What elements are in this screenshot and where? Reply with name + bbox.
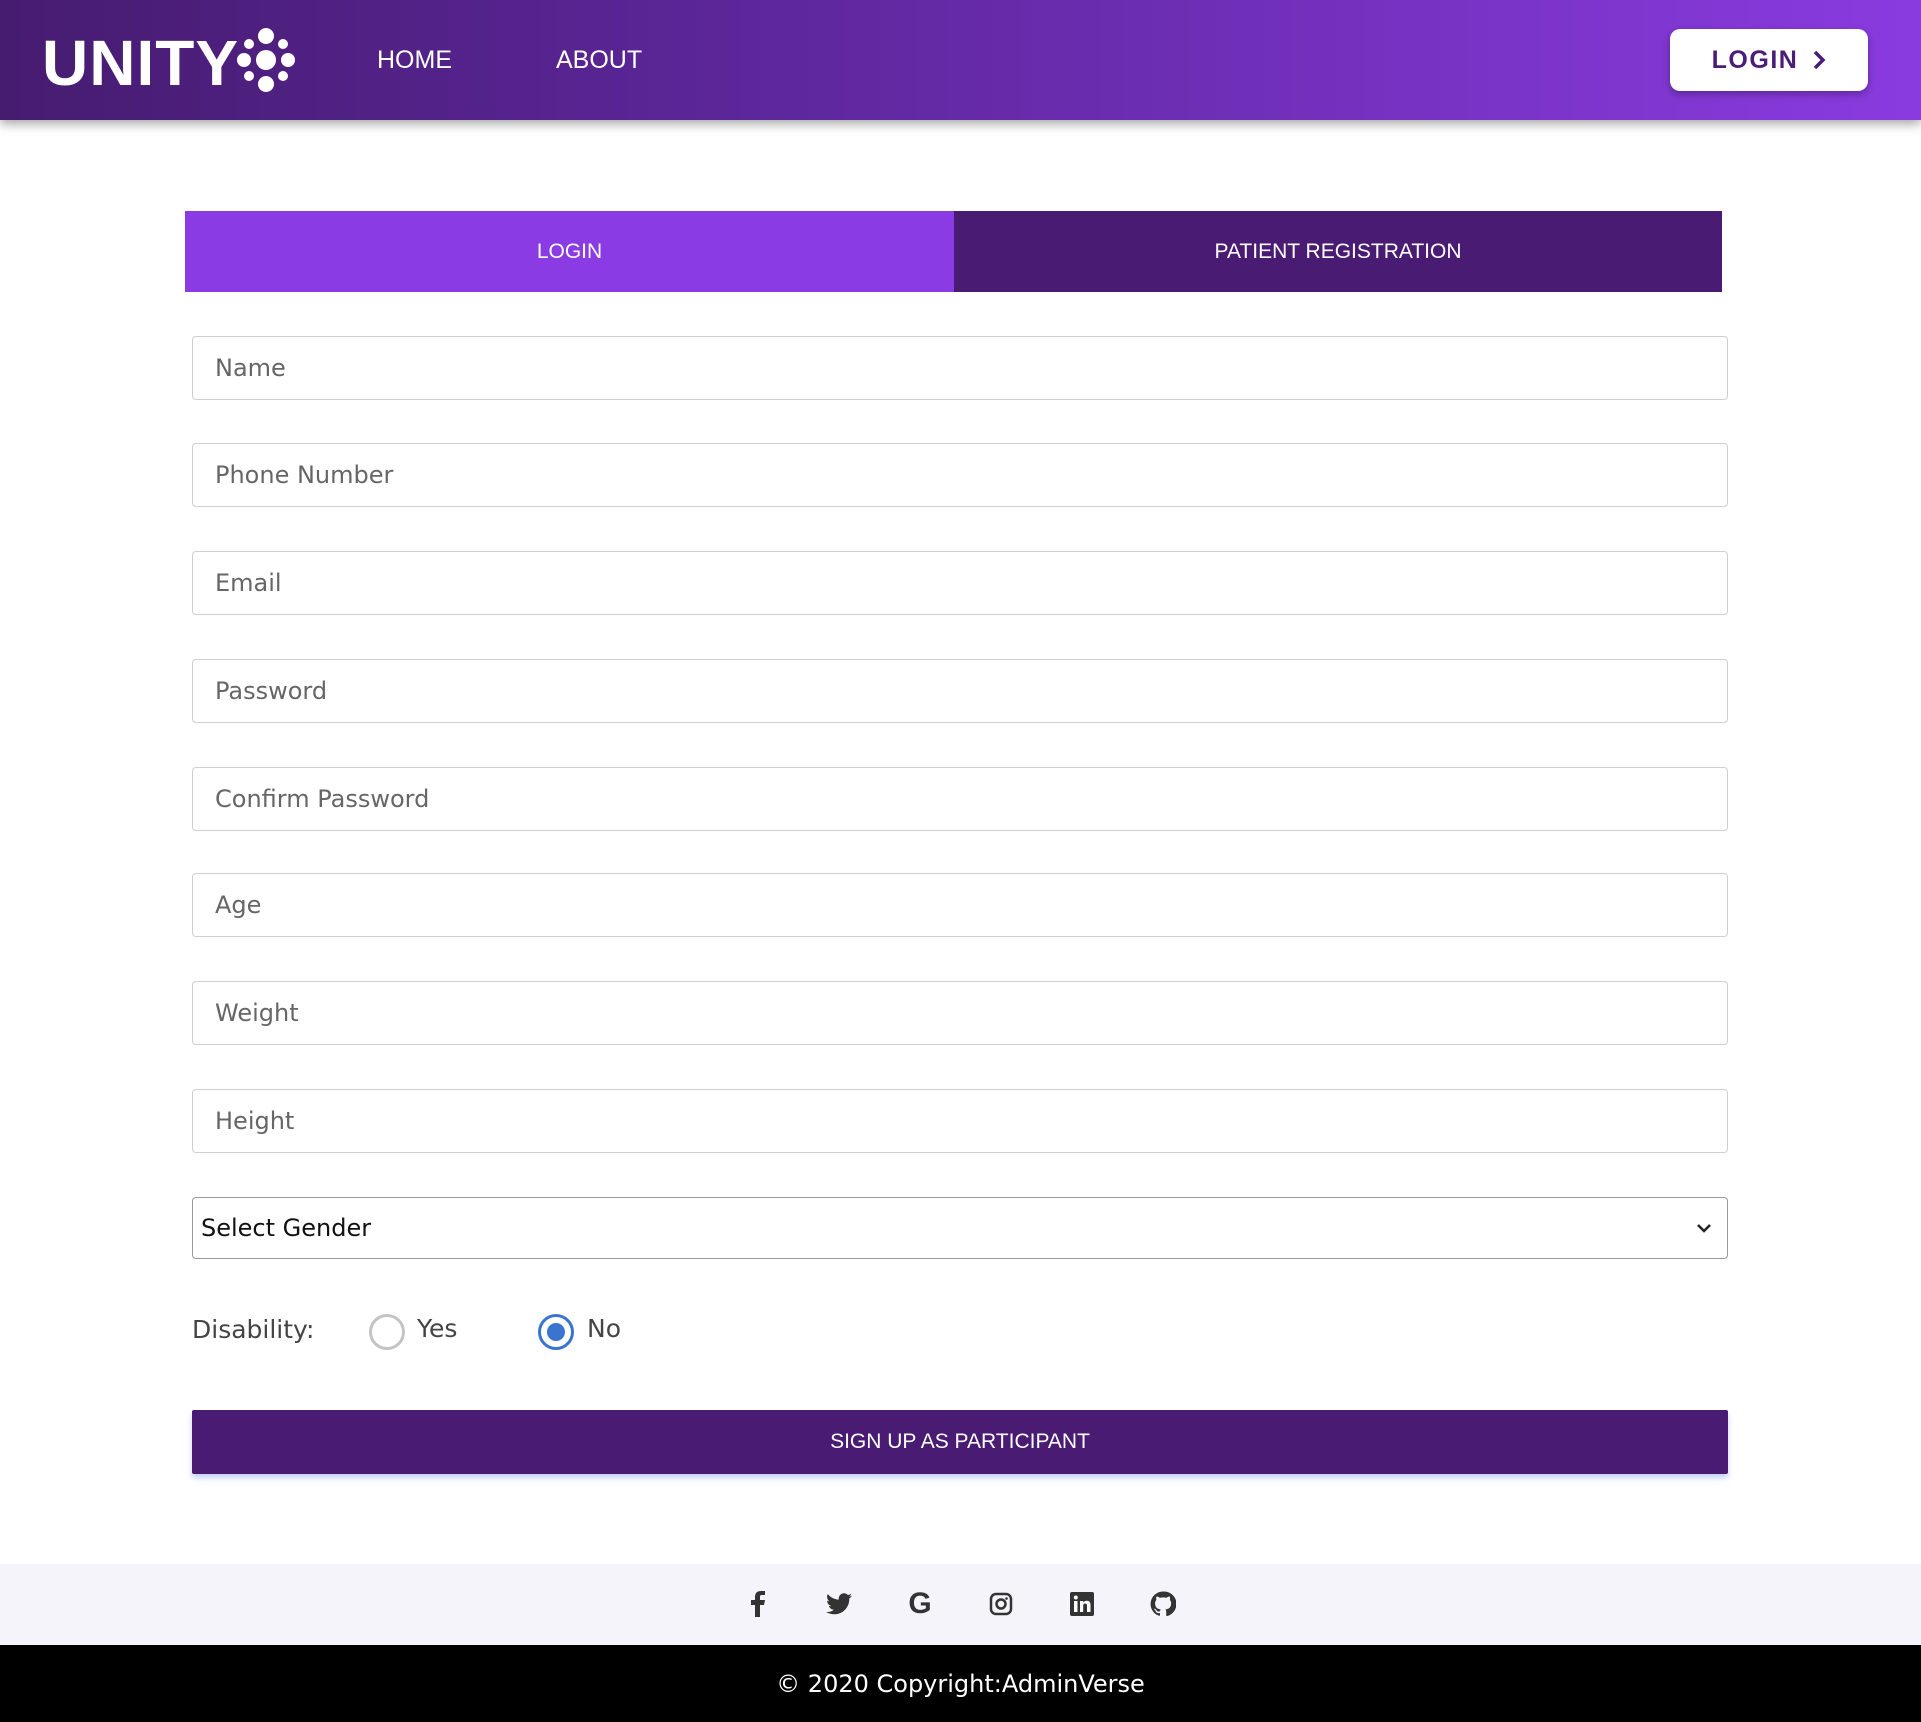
twitter-icon[interactable] — [823, 1588, 855, 1620]
height-input[interactable] — [192, 1089, 1728, 1153]
navbar: UNITY HOME ABOUT LOGIN — [0, 0, 1921, 120]
login-label: LOGIN — [1711, 45, 1799, 74]
name-input[interactable] — [192, 336, 1728, 400]
chevron-down-icon — [1697, 1224, 1711, 1233]
nav-home[interactable]: HOME — [377, 46, 452, 75]
confirm-password-input[interactable] — [192, 767, 1728, 831]
disability-yes-radio[interactable] — [369, 1314, 405, 1350]
tab-patient-registration[interactable]: PATIENT REGISTRATION — [954, 211, 1722, 292]
phone-input[interactable] — [192, 443, 1728, 507]
disability-no-radio[interactable] — [538, 1314, 574, 1350]
disability-no-label[interactable]: No — [587, 1314, 621, 1343]
age-input[interactable] — [192, 873, 1728, 937]
gender-select-value: Select Gender — [201, 1214, 372, 1242]
social-bar: G — [0, 1564, 1921, 1645]
facebook-icon[interactable] — [742, 1588, 774, 1620]
instagram-icon[interactable] — [985, 1588, 1017, 1620]
google-icon[interactable]: G — [904, 1587, 936, 1620]
copyright-bar: © 2020 Copyright:AdminVerse — [0, 1645, 1921, 1722]
linkedin-icon[interactable] — [1066, 1588, 1098, 1620]
gender-select[interactable]: Select Gender — [192, 1197, 1728, 1259]
tab-login[interactable]: LOGIN — [185, 211, 954, 292]
disability-yes-label[interactable]: Yes — [417, 1314, 457, 1343]
nav-about[interactable]: ABOUT — [556, 46, 642, 75]
disability-label: Disability: — [192, 1315, 315, 1344]
copyright-text: © 2020 Copyright:AdminVerse — [776, 1669, 1145, 1698]
email-input[interactable] — [192, 551, 1728, 615]
weight-input[interactable] — [192, 981, 1728, 1045]
logo-dots-icon — [237, 28, 295, 92]
logo[interactable]: UNITY — [42, 26, 239, 100]
github-icon[interactable] — [1147, 1588, 1179, 1620]
password-input[interactable] — [192, 659, 1728, 723]
chevron-right-icon — [1814, 50, 1826, 70]
header-login-button[interactable]: LOGIN — [1670, 29, 1868, 91]
sign-up-button[interactable]: SIGN UP AS PARTICIPANT — [192, 1410, 1728, 1474]
